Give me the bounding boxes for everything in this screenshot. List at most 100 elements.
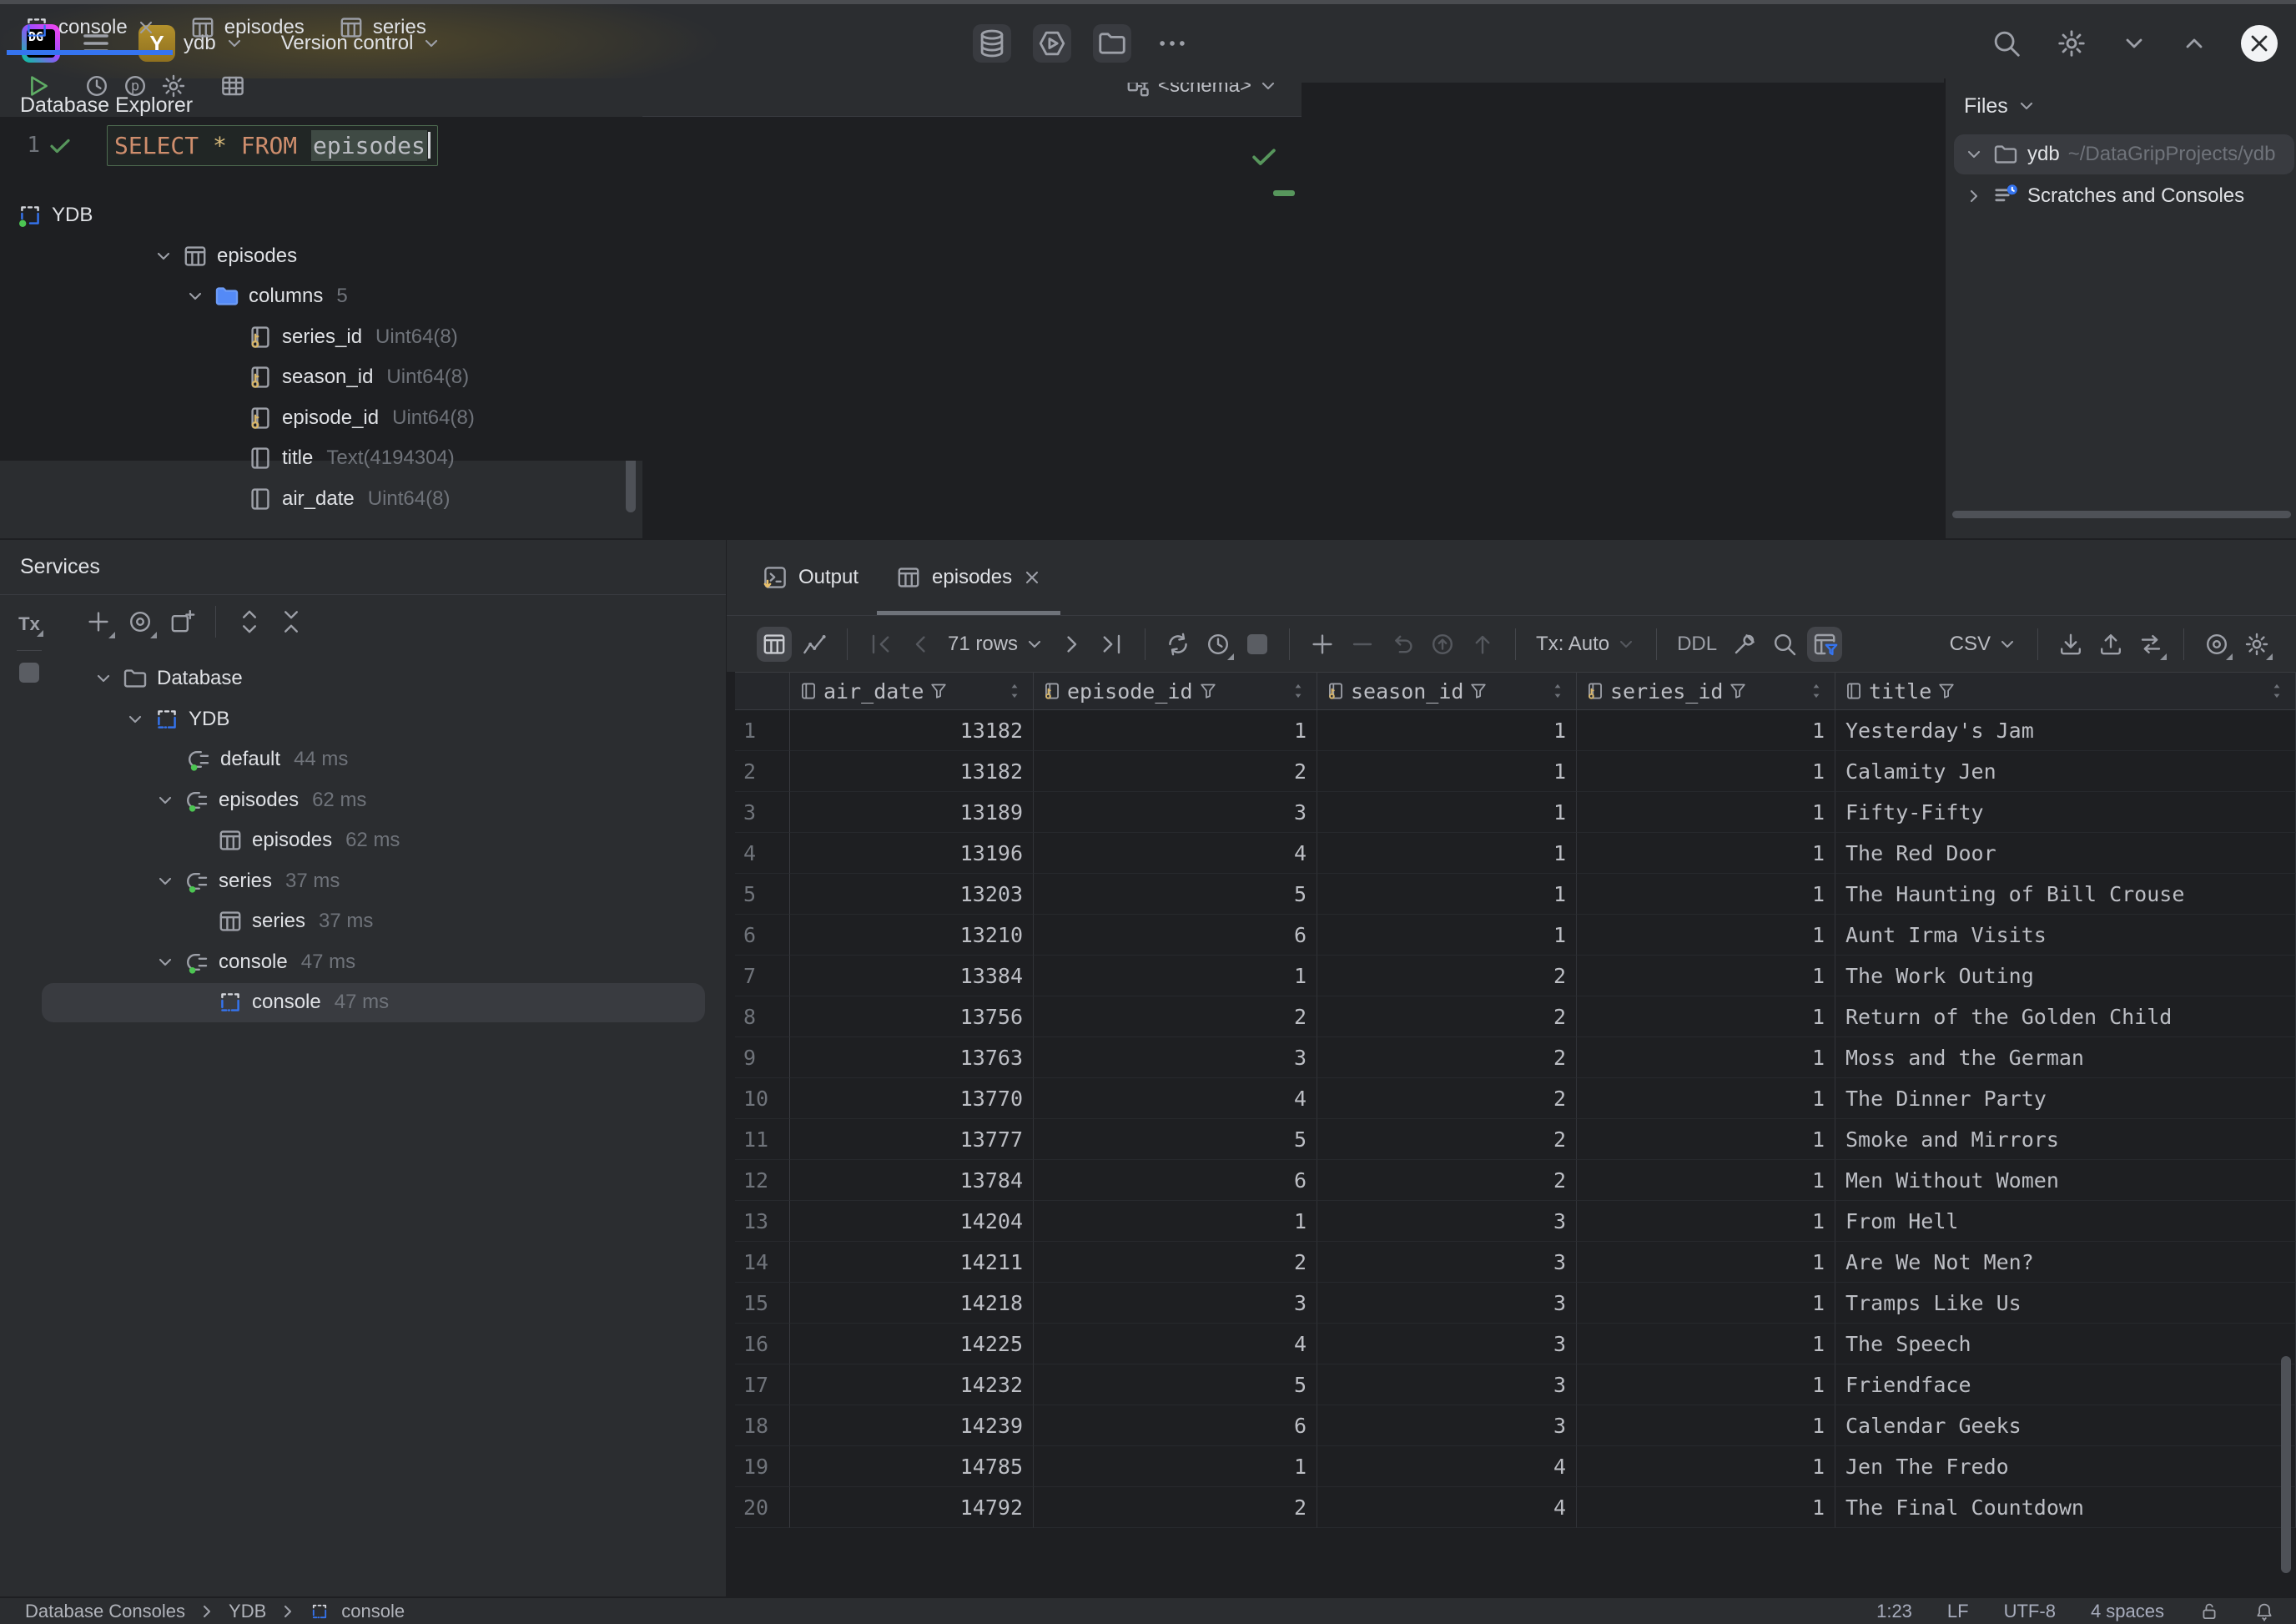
cell-episode_id[interactable]: 1 [1034,1446,1317,1487]
cell-episode_id[interactable]: 5 [1034,874,1317,915]
column-header-season_id[interactable]: season_id [1317,673,1577,709]
cell-episode_id[interactable]: 6 [1034,1405,1317,1446]
cell-title[interactable]: The Final Countdown [1835,1487,2296,1528]
last-page-button[interactable] [1095,627,1130,662]
cell-episode_id[interactable]: 1 [1034,956,1317,996]
cell-title[interactable]: Men Without Women [1835,1160,2296,1201]
cell-season_id[interactable]: 3 [1317,1283,1577,1324]
chevron-down-icon[interactable] [154,246,174,266]
cell-air_date[interactable]: 13182 [790,751,1034,792]
inspection-widget[interactable] [1248,140,1280,178]
table-row[interactable]: 1714232531Friendface [735,1364,2296,1405]
toggle-filters-button[interactable] [1807,627,1842,662]
column-header-series_id[interactable]: series_id [1577,673,1835,709]
cell-title[interactable]: The Speech [1835,1324,2296,1364]
cell-episode_id[interactable]: 5 [1034,1364,1317,1405]
cell-air_date[interactable]: 14211 [790,1242,1034,1283]
sort-icon[interactable] [1288,681,1308,701]
push-button[interactable] [1465,627,1500,662]
cell-episode_id[interactable]: 2 [1034,1242,1317,1283]
add-service-button[interactable] [80,603,117,640]
cell-air_date[interactable]: 13196 [790,833,1034,874]
funnel-icon[interactable] [1728,681,1748,701]
cell-series_id[interactable]: 1 [1577,710,1835,751]
table-row[interactable]: 1414211231Are We Not Men? [735,1242,2296,1283]
table-row[interactable]: 1614225431The Speech [735,1324,2296,1364]
cell-season_id[interactable]: 2 [1317,956,1577,996]
cell-air_date[interactable]: 14225 [790,1324,1034,1364]
cell-series_id[interactable]: 1 [1577,1446,1835,1487]
services-item-default[interactable]: default44 ms [0,739,726,780]
cell-title[interactable]: Moss and the German [1835,1037,2296,1078]
chevron-up-icon[interactable] [2181,30,2208,57]
cell-episode_id[interactable]: 2 [1034,1487,1317,1528]
cell-series_id[interactable]: 1 [1577,1283,1835,1324]
cell-episode_id[interactable]: 1 [1034,1201,1317,1242]
breadcrumb-item[interactable]: YDB [229,1601,266,1622]
find-button[interactable] [1767,627,1802,662]
close-icon[interactable] [136,18,156,38]
cell-season_id[interactable]: 2 [1317,1160,1577,1201]
horizontal-scrollbar[interactable] [1952,511,2291,518]
cell-title[interactable]: The Haunting of Bill Crouse [1835,874,2296,915]
cell-air_date[interactable]: 14785 [790,1446,1034,1487]
revert-button[interactable] [1385,627,1420,662]
cell-season_id[interactable]: 2 [1317,1037,1577,1078]
cell-series_id[interactable]: 1 [1577,1201,1835,1242]
delete-row-button[interactable] [1345,627,1380,662]
cell-air_date[interactable]: 13763 [790,1037,1034,1078]
cell-air_date[interactable]: 13210 [790,915,1034,956]
cell-series_id[interactable]: 1 [1577,1364,1835,1405]
table-row[interactable]: 113182111Yesterday's Jam [735,710,2296,751]
gear-icon[interactable] [2056,28,2087,59]
cell-title[interactable]: Yesterday's Jam [1835,710,2296,751]
scrollbar[interactable] [2281,1356,2291,1573]
ddl-button[interactable]: DDL [1672,627,1722,662]
close-window-button[interactable] [2241,25,2278,62]
cell-air_date[interactable]: 13770 [790,1078,1034,1119]
cell-season_id[interactable]: 1 [1317,792,1577,833]
cell-title[interactable]: The Red Door [1835,833,2296,874]
cell-episode_id[interactable]: 6 [1034,1160,1317,1201]
cell-episode_id[interactable]: 4 [1034,1078,1317,1119]
chevron-down-icon[interactable] [1964,144,1984,164]
close-icon[interactable] [1022,567,1042,588]
cell-title[interactable]: Aunt Irma Visits [1835,915,2296,956]
cell-air_date[interactable]: 13384 [790,956,1034,996]
services-item-series[interactable]: series37 ms [0,901,726,942]
cell-air_date[interactable]: 13189 [790,792,1034,833]
cell-series_id[interactable]: 1 [1577,1078,1835,1119]
database-tool-button[interactable] [973,24,1011,63]
table-row[interactable]: 1314204131From Hell [735,1201,2296,1242]
table-row[interactable]: 1013770421The Dinner Party [735,1078,2296,1119]
cell-air_date[interactable]: 14239 [790,1405,1034,1446]
more-actions-button[interactable] [1153,24,1191,63]
sort-icon[interactable] [1548,681,1568,701]
cell-title[interactable]: Fifty-Fifty [1835,792,2296,833]
cell-series_id[interactable]: 1 [1577,1242,1835,1283]
auto-refresh-button[interactable] [1201,627,1236,662]
table-row[interactable]: 713384121The Work Outing [735,956,2296,996]
cell-title[interactable]: Friendface [1835,1364,2296,1405]
cell-series_id[interactable]: 1 [1577,1037,1835,1078]
table-row[interactable]: 1914785141Jen The Fredo [735,1446,2296,1487]
sort-icon[interactable] [1004,681,1025,701]
cell-season_id[interactable]: 1 [1317,874,1577,915]
history-button[interactable] [78,67,116,105]
export-button[interactable] [2053,627,2088,662]
open-in-new-tab-button[interactable] [164,603,200,640]
chevron-right-icon[interactable] [1964,186,1984,206]
column-header-air_date[interactable]: air_date [790,673,1034,709]
cell-series_id[interactable]: 1 [1577,1487,1835,1528]
cell-season_id[interactable]: 4 [1317,1487,1577,1528]
table-row[interactable]: 1113777521Smoke and Mirrors [735,1119,2296,1160]
cell-episode_id[interactable]: 3 [1034,1283,1317,1324]
chevron-down-icon[interactable] [155,790,175,810]
cell-series_id[interactable]: 1 [1577,1405,1835,1446]
cell-episode_id[interactable]: 1 [1034,710,1317,751]
chevron-down-icon[interactable] [155,952,175,972]
sort-icon[interactable] [2267,681,2287,701]
cell-air_date[interactable]: 13182 [790,710,1034,751]
table-row[interactable]: 1514218331Tramps Like Us [735,1283,2296,1324]
row-count-selector[interactable]: 71 rows [943,633,1050,656]
